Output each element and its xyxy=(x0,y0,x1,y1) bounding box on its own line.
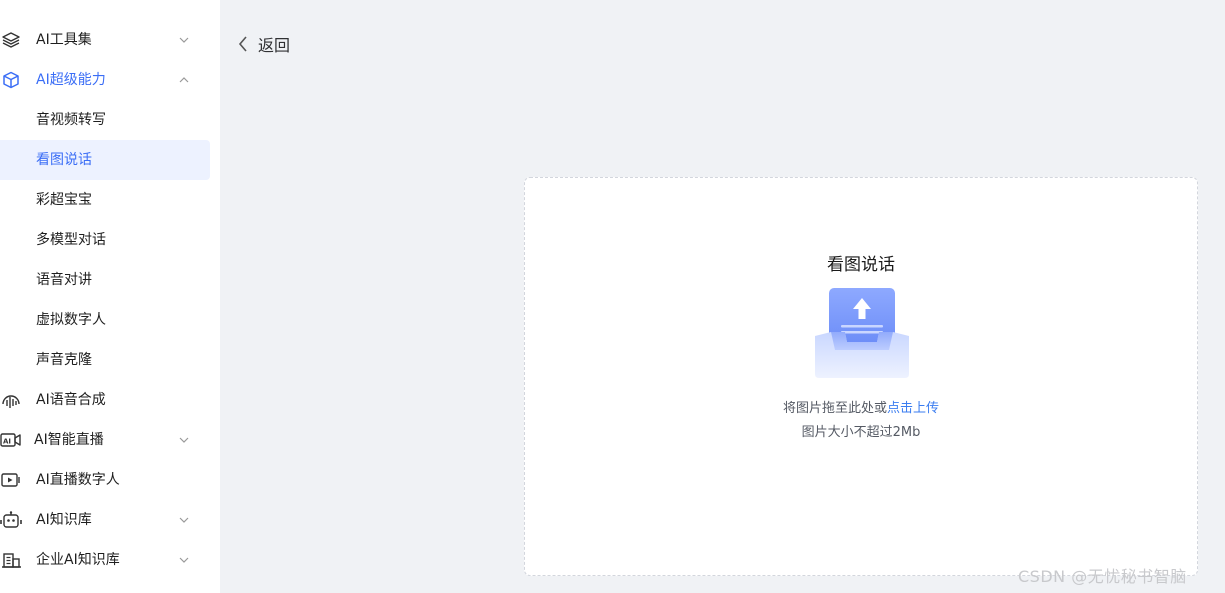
sidebar-item-enterprise-knowledge[interactable]: 企业AI知识库 xyxy=(0,540,210,580)
sidebar-item-ai-live-human[interactable]: AI直播数字人 xyxy=(0,460,210,500)
layers-icon xyxy=(0,31,22,49)
sidebar-item-label: 语音对讲 xyxy=(36,272,92,288)
click-upload-link[interactable]: 点击上传 xyxy=(887,401,939,416)
chevron-down-icon xyxy=(179,37,189,43)
sidebar-item-label: 音视频转写 xyxy=(36,112,106,128)
upload-tray-icon xyxy=(815,288,909,378)
sidebar-subitem-image-talk[interactable]: 看图说话 xyxy=(0,140,210,180)
ai-camera-icon: AI xyxy=(0,431,22,449)
chevron-down-icon xyxy=(179,437,189,443)
sidebar-item-label: AI知识库 xyxy=(36,512,92,528)
upload-hint: 将图片拖至此处或点击上传 xyxy=(525,397,1197,416)
image-upload-dropzone[interactable]: 看图说话 将图片拖至此处或点击上传 图片大小不超过2Mb xyxy=(524,177,1198,576)
sidebar-item-label: AI超级能力 xyxy=(36,72,106,88)
sidebar-subitem-ultrasound-baby[interactable]: 彩超宝宝 xyxy=(0,180,210,220)
sidebar-item-ai-tts[interactable]: AI语音合成 xyxy=(0,380,210,420)
watermark: CSDN @无忧秘书智脑 xyxy=(1018,567,1187,586)
sidebar-item-ai-live[interactable]: AI AI智能直播 xyxy=(0,420,210,460)
chevron-down-icon xyxy=(179,557,189,563)
sidebar-subitem-virtual-human[interactable]: 虚拟数字人 xyxy=(0,300,210,340)
upload-title: 看图说话 xyxy=(827,255,895,275)
sidebar-item-label: 看图说话 xyxy=(36,152,92,168)
sidebar-item-label: 多模型对话 xyxy=(36,232,106,248)
building-icon xyxy=(0,551,22,569)
upload-hint-text: 将图片拖至此处或 xyxy=(782,401,887,416)
robot-icon xyxy=(0,511,22,529)
sidebar-subitem-voice-intercom[interactable]: 语音对讲 xyxy=(0,260,210,300)
back-label: 返回 xyxy=(258,36,291,55)
svg-text:AI: AI xyxy=(3,438,11,446)
sidebar-item-label: AI工具集 xyxy=(36,32,92,48)
sidebar-item-label: AI直播数字人 xyxy=(36,472,120,488)
sidebar-item-label: AI智能直播 xyxy=(34,432,104,448)
chevron-down-icon xyxy=(179,517,189,523)
sidebar-subitem-av-transcribe[interactable]: 音视频转写 xyxy=(0,100,210,140)
chevron-up-icon xyxy=(179,77,189,83)
upload-size-limit: 图片大小不超过2Mb xyxy=(801,425,921,440)
sidebar-subitem-voice-clone[interactable]: 声音克隆 xyxy=(0,340,210,380)
sidebar-top-partial-item[interactable] xyxy=(0,0,220,8)
sidebar-item-label: 彩超宝宝 xyxy=(36,192,92,208)
sidebar-item-ai-super[interactable]: AI超级能力 xyxy=(0,60,210,100)
sidebar: AI工具集 AI超级能力 音视频转写 看图说话 彩超宝宝 多模型对话 语音对讲 … xyxy=(0,0,220,593)
voice-wave-icon xyxy=(0,391,22,409)
cube-icon xyxy=(0,71,22,89)
sidebar-subitem-multi-model-chat[interactable]: 多模型对话 xyxy=(0,220,210,260)
chevron-left-icon xyxy=(238,35,250,53)
sidebar-item-ai-knowledge[interactable]: AI知识库 xyxy=(0,500,210,540)
sidebar-item-ai-tools[interactable]: AI工具集 xyxy=(0,20,210,60)
video-play-icon xyxy=(0,471,22,489)
sidebar-item-label: AI语音合成 xyxy=(36,392,106,408)
sidebar-item-label: 企业AI知识库 xyxy=(36,552,120,568)
back-button[interactable]: 返回 xyxy=(238,33,290,55)
sidebar-item-label: 虚拟数字人 xyxy=(36,312,106,328)
sidebar-item-label: 声音克隆 xyxy=(36,352,92,368)
